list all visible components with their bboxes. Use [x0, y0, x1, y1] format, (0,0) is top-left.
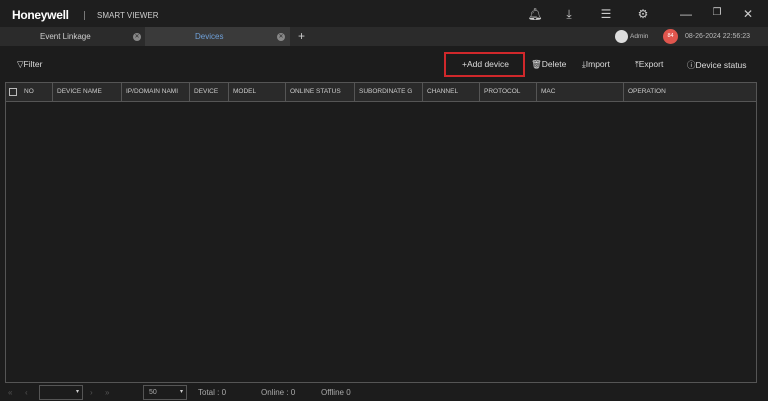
- col-protocol[interactable]: PROTOCOL: [480, 83, 537, 101]
- tab-bar: Event Linkage ✕ Devices ✕ + Admin 84 08-…: [0, 27, 768, 46]
- tab-label: Devices: [195, 32, 224, 41]
- honeywell-logo: Honeywell: [12, 8, 69, 22]
- last-page-icon[interactable]: »: [105, 388, 109, 397]
- info-icon: ⓘ: [687, 60, 696, 70]
- device-status-button[interactable]: ⓘDevice status: [687, 59, 747, 71]
- restore-icon[interactable]: ❐: [709, 7, 725, 18]
- add-tab-button[interactable]: +: [298, 29, 305, 43]
- first-page-icon[interactable]: «: [8, 388, 12, 397]
- online-count: Online : 0: [261, 388, 296, 397]
- close-tab-icon[interactable]: ✕: [277, 33, 285, 41]
- col-online-status[interactable]: ONLINE STATUS: [286, 83, 355, 101]
- col-device-name[interactable]: DEVICE NAME: [53, 83, 122, 101]
- col-channel[interactable]: CHANNEL: [423, 83, 480, 101]
- close-icon[interactable]: ✕: [740, 7, 756, 21]
- trash-icon: 🗑︎: [531, 59, 542, 69]
- col-device[interactable]: DEVICE: [190, 83, 229, 101]
- devices-table: NO DEVICE NAME IP/DOMAIN NAMI DEVICE MOD…: [5, 82, 757, 383]
- minimize-icon[interactable]: —: [678, 7, 694, 21]
- user-name: Admin: [630, 33, 649, 40]
- col-operation[interactable]: OPERATION: [624, 83, 756, 101]
- select-all-checkbox[interactable]: [9, 88, 17, 96]
- col-no[interactable]: NO: [20, 83, 53, 101]
- app-title: SMART VIEWER: [97, 11, 159, 20]
- user-avatar-icon[interactable]: [615, 30, 628, 43]
- total-count: Total : 0: [198, 388, 227, 397]
- pagination-bar: « ‹ ▾ › » 50 ▾ Total : 0 Online : 0 Offli…: [0, 383, 768, 401]
- add-device-button[interactable]: +Add device: [462, 59, 509, 69]
- gear-icon[interactable]: ⚙: [635, 7, 651, 21]
- page-size-select[interactable]: 50 ▾: [143, 385, 187, 400]
- tab-event-linkage[interactable]: Event Linkage ✕: [0, 27, 145, 46]
- chevron-down-icon: ▾: [75, 389, 79, 395]
- prev-page-icon[interactable]: ‹: [25, 388, 28, 397]
- tab-label: Event Linkage: [40, 32, 91, 41]
- import-button[interactable]: ⤓Import: [582, 59, 610, 70]
- tab-devices[interactable]: Devices ✕: [145, 27, 290, 46]
- col-model[interactable]: MODEL: [229, 83, 286, 101]
- col-subordinate[interactable]: SUBORDINATE G: [355, 83, 423, 101]
- col-mac[interactable]: MAC: [537, 83, 624, 101]
- next-page-icon[interactable]: ›: [90, 388, 93, 397]
- title-bar: Honeywell SMART VIEWER 🔔︎ ⤓ ☰ ⚙ — ❐ ✕: [0, 0, 768, 27]
- download-icon[interactable]: ⤓: [561, 7, 577, 22]
- export-button[interactable]: ⤒Export: [635, 59, 663, 70]
- notification-badge[interactable]: 84: [663, 29, 678, 44]
- offline-count: Offline 0: [321, 388, 351, 397]
- filter-button[interactable]: ▽Filter: [17, 59, 42, 70]
- menu-icon[interactable]: ☰: [598, 7, 614, 21]
- bell-icon[interactable]: 🔔︎: [527, 7, 543, 21]
- col-ip-domain[interactable]: IP/DOMAIN NAMI: [122, 83, 190, 101]
- chevron-down-icon: ▾: [179, 389, 183, 395]
- page-select[interactable]: ▾: [39, 385, 83, 400]
- divider: [84, 11, 85, 20]
- datetime: 08-26-2024 22:56:23: [685, 33, 750, 40]
- close-tab-icon[interactable]: ✕: [133, 33, 141, 41]
- table-header: NO DEVICE NAME IP/DOMAIN NAMI DEVICE MOD…: [6, 83, 756, 102]
- delete-button[interactable]: 🗑︎Delete: [531, 59, 566, 70]
